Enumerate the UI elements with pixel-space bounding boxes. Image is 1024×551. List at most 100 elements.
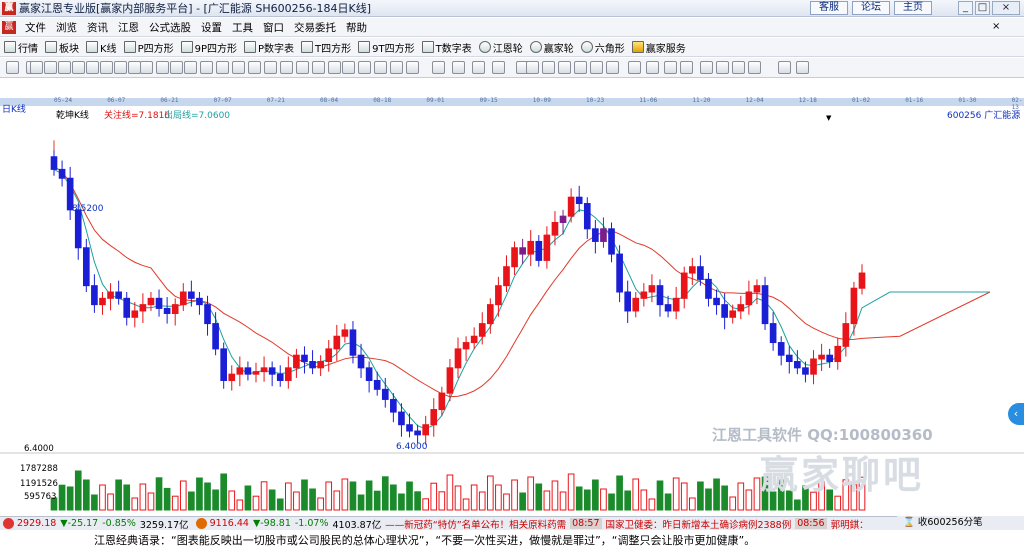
candle-body[interactable] (438, 392, 446, 411)
candle-body[interactable] (171, 304, 179, 314)
draw-tool-39-icon[interactable] (628, 61, 641, 74)
forum-link[interactable]: 论坛 (852, 1, 890, 15)
draw-tool-28-icon[interactable] (432, 61, 445, 74)
news-ticker-2[interactable]: 国家卫健委：昨日新增本土确诊病例2388例 (606, 517, 792, 531)
candle-body[interactable] (454, 348, 462, 369)
side-scroll-button[interactable]: ‹ (1008, 403, 1024, 425)
candle-body[interactable] (446, 367, 454, 394)
candle-body[interactable] (664, 304, 672, 312)
candle-body[interactable] (592, 228, 599, 242)
draw-tool-22-icon[interactable] (328, 61, 341, 74)
draw-tool-43-icon[interactable] (700, 61, 713, 74)
menu-tools[interactable]: 工具 (227, 20, 258, 35)
menu-help[interactable]: 帮助 (341, 20, 372, 35)
candle-body[interactable] (333, 335, 341, 350)
draw-tool-26-icon[interactable] (390, 61, 403, 74)
candle-body[interactable] (422, 424, 430, 436)
tool-quote[interactable]: 行情 (4, 40, 38, 55)
candle-body[interactable] (406, 424, 413, 432)
draw-tool-38-icon[interactable] (606, 61, 619, 74)
candle-body[interactable] (155, 297, 163, 309)
homepage-link[interactable]: 主页 (894, 1, 932, 15)
draw-tool-18-icon[interactable] (264, 61, 277, 74)
candle-body[interactable] (551, 221, 559, 236)
candle-body[interactable] (123, 297, 131, 318)
sz-index[interactable]: 9116.44 (210, 518, 249, 529)
candle-body[interactable] (753, 285, 761, 293)
tick-data-label[interactable]: 收600256分笔 (918, 517, 983, 528)
chart-area[interactable]: 日K线 乾坤K线 关注线=7.1816 出局线=7.0600 ▼ 600256 … (0, 105, 1024, 516)
maximize-button[interactable]: □ (975, 1, 990, 15)
candle-body[interactable] (608, 228, 615, 255)
candle-body[interactable] (236, 367, 244, 375)
menu-info[interactable]: 资讯 (82, 20, 113, 35)
candle-body[interactable] (99, 297, 106, 306)
candle-body[interactable] (680, 272, 688, 299)
draw-tool-48-icon[interactable] (796, 61, 809, 74)
candle-body[interactable] (858, 272, 866, 289)
candle-body[interactable] (357, 354, 365, 369)
draw-tool-30-icon[interactable] (472, 61, 485, 74)
menu-trade[interactable]: 交易委托 (289, 20, 341, 35)
candle-body[interactable] (826, 354, 834, 363)
candle-body[interactable] (107, 291, 114, 299)
candle-body[interactable] (761, 285, 769, 325)
candle-body[interactable] (349, 329, 357, 356)
draw-tool-3-icon[interactable] (44, 61, 57, 74)
tool-9p-square[interactable]: 9P四方形 (180, 40, 237, 55)
draw-tool-44-icon[interactable] (716, 61, 729, 74)
dropdown-marker-icon[interactable]: ▼ (826, 114, 831, 122)
draw-tool-20-icon[interactable] (296, 61, 309, 74)
candle-body[interactable] (810, 358, 817, 375)
tool-9t-square[interactable]: 9T四方形 (358, 40, 415, 55)
candle-body[interactable] (567, 196, 575, 217)
candle-body[interactable] (188, 291, 195, 299)
close-button[interactable]: × (992, 1, 1020, 15)
candle-body[interactable] (818, 354, 825, 360)
candle-body[interactable] (834, 345, 842, 363)
candle-body[interactable] (705, 278, 712, 299)
candle-body[interactable] (341, 329, 349, 337)
candle-body[interactable] (503, 266, 510, 287)
candle-body[interactable] (745, 291, 753, 306)
draw-tool-10-icon[interactable] (140, 61, 153, 74)
candle-body[interactable] (284, 367, 292, 381)
menu-file[interactable]: 文件 (20, 20, 51, 35)
draw-tool-8-icon[interactable] (114, 61, 127, 74)
draw-tool-6-icon[interactable] (86, 61, 99, 74)
tool-p-square[interactable]: P四方形 (123, 40, 174, 55)
candle-body[interactable] (91, 285, 98, 306)
candle-body[interactable] (624, 291, 632, 312)
candle-body[interactable] (293, 354, 300, 369)
menu-window[interactable]: 窗口 (258, 20, 289, 35)
draw-tool-37-icon[interactable] (590, 61, 603, 74)
candle-body[interactable] (131, 310, 139, 318)
candle-body[interactable] (656, 285, 664, 306)
draw-tool-2-icon[interactable] (30, 61, 43, 74)
menu-formula[interactable]: 公式选股 (144, 20, 196, 35)
candle-body[interactable] (721, 304, 728, 318)
draw-tool-24-icon[interactable] (358, 61, 371, 74)
draw-tool-0-icon[interactable] (6, 61, 19, 74)
draw-tool-41-icon[interactable] (664, 61, 677, 74)
candle-body[interactable] (115, 291, 122, 299)
draw-tool-31-icon[interactable] (492, 61, 505, 74)
tool-t-table[interactable]: T数字表 (421, 40, 472, 55)
candle-body[interactable] (260, 367, 268, 373)
draw-tool-47-icon[interactable] (778, 61, 791, 74)
candle-body[interactable] (228, 373, 236, 381)
draw-tool-21-icon[interactable] (312, 61, 325, 74)
candle-body[interactable] (802, 367, 809, 375)
candle-body[interactable] (276, 373, 284, 381)
candle-body[interactable] (373, 379, 381, 390)
candle-body[interactable] (632, 297, 640, 312)
candle-body[interactable] (737, 304, 745, 312)
tool-service[interactable]: 赢家服务 (631, 40, 686, 55)
candle-body[interactable] (220, 348, 228, 381)
sh-index[interactable]: 2929.18 (17, 518, 56, 529)
candle-body[interactable] (600, 228, 607, 242)
draw-tool-27-icon[interactable] (406, 61, 419, 74)
candle-body[interactable] (325, 348, 333, 363)
candle-body[interactable] (179, 291, 187, 306)
candle-body[interactable] (50, 156, 58, 170)
